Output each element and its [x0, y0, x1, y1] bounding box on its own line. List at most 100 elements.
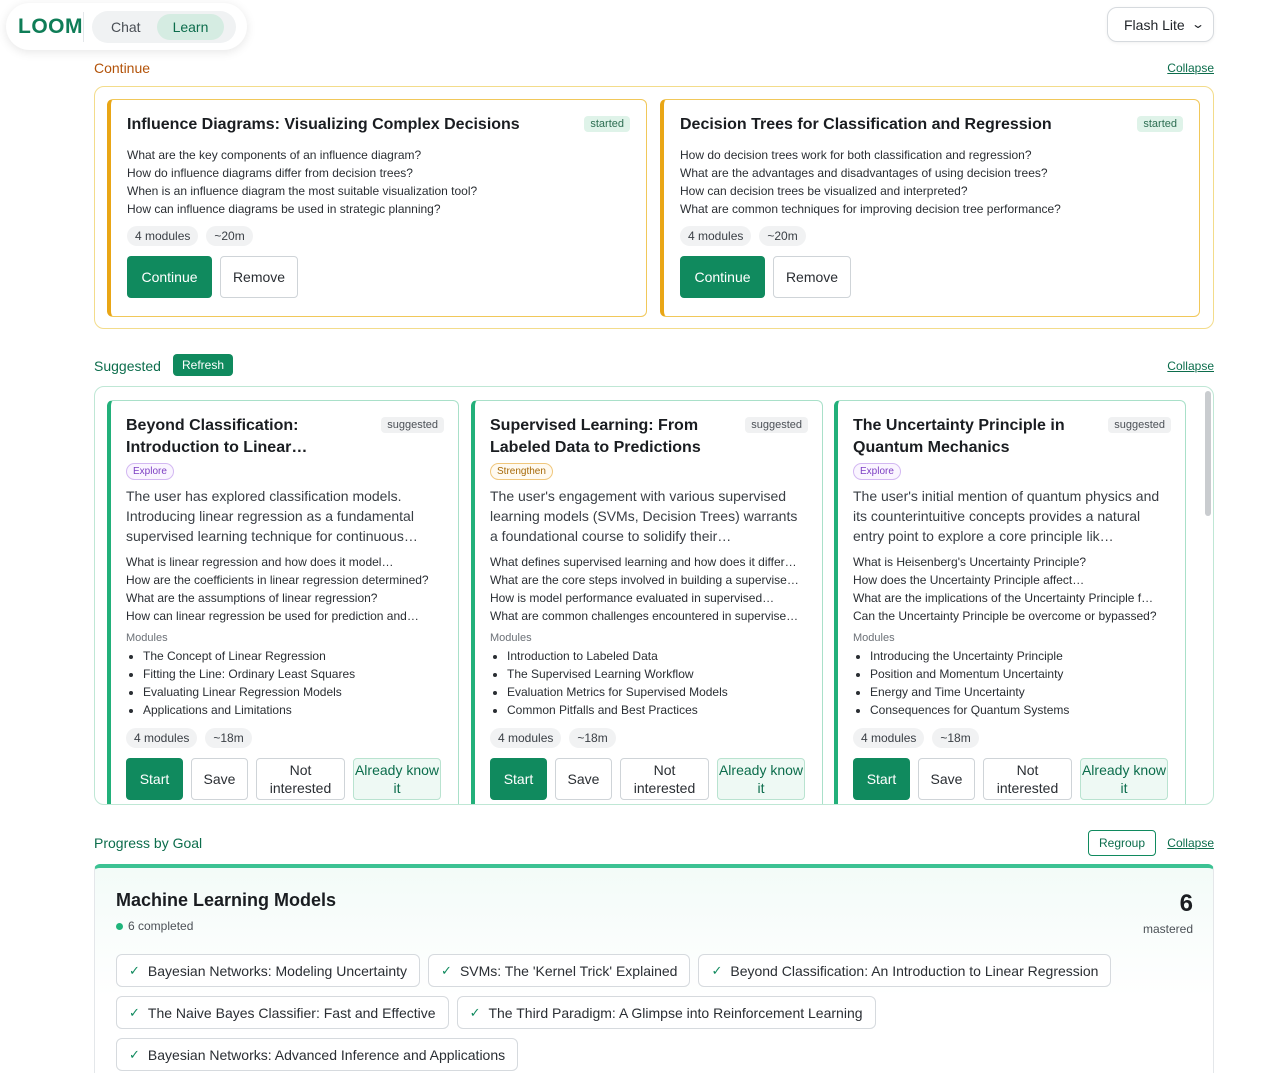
- progress-collapse-link[interactable]: Collapse: [1167, 836, 1214, 850]
- not-interested-button[interactable]: Not interested: [256, 758, 345, 800]
- question-item: Can the Uncertainty Principle be overcom…: [853, 609, 1157, 623]
- start-button[interactable]: Start: [853, 758, 910, 800]
- modules-label: Modules: [490, 632, 532, 644]
- tab-learn[interactable]: Learn: [156, 13, 225, 40]
- already-know-button[interactable]: Already know it: [353, 758, 441, 800]
- completed-topics: ✓ Bayesian Networks: Modeling Uncertainty…: [116, 954, 1206, 1071]
- card-description: The user's initial mention of quantum ph…: [853, 488, 1160, 544]
- completed-topic-chip[interactable]: ✓ Beyond Classification: An Introduction …: [698, 954, 1112, 987]
- status-badge: suggested: [381, 417, 444, 433]
- card-title: Supervised Learning: From Labeled Data t…: [490, 417, 701, 456]
- module-item: The Concept of Linear Regression: [143, 647, 443, 665]
- already-know-button[interactable]: Already know it: [1080, 758, 1168, 800]
- continue-heading: Continue: [94, 60, 151, 76]
- completed-count: 6 completed: [128, 919, 194, 933]
- card-title: The Uncertainty Principle in Quantum Mec…: [853, 417, 1065, 456]
- modules-label: Modules: [126, 632, 168, 644]
- completed-topic-chip[interactable]: ✓ Bayesian Networks: Modeling Uncertainty: [116, 954, 421, 987]
- duration-chip: ~18m: [205, 728, 252, 748]
- question-list: What defines supervised learning and how…: [490, 553, 807, 625]
- question-item: What defines supervised learning and how…: [490, 555, 797, 569]
- question-item: What is Heisenberg's Uncertainty Princip…: [853, 555, 1087, 569]
- modules-label: Modules: [853, 632, 895, 644]
- question-item: What are common challenges encountered i…: [490, 609, 799, 623]
- not-interested-button[interactable]: Not interested: [620, 758, 709, 800]
- tab-chat[interactable]: Chat: [95, 14, 157, 40]
- topic-label: Beyond Classification: An Introduction t…: [730, 962, 1099, 979]
- card-title: Decision Trees for Classification and Re…: [680, 116, 1052, 133]
- continue-card: Influence Diagrams: Visualizing Complex …: [107, 99, 647, 317]
- chevron-down-icon: ⌄: [1190, 17, 1206, 31]
- check-icon: ✓: [129, 1004, 140, 1020]
- save-button[interactable]: Save: [555, 758, 612, 800]
- check-icon: ✓: [711, 962, 723, 978]
- question-list: How do decision trees work for both clas…: [680, 146, 1183, 218]
- module-item: Introduction to Labeled Data: [507, 647, 807, 665]
- suggested-card: Supervised Learning: From Labeled Data t…: [471, 400, 823, 804]
- modules-count-chip: 4 modules: [680, 226, 752, 246]
- suggested-collapse-link[interactable]: Collapse: [1167, 359, 1214, 373]
- question-item: What are the key components of an influe…: [127, 148, 422, 162]
- completed-status: 6 completed: [116, 919, 1192, 933]
- goal-title: Machine Learning Models: [116, 890, 337, 910]
- status-badge: suggested: [1108, 417, 1171, 433]
- module-list: The Concept of Linear Regression Fitting…: [126, 647, 443, 719]
- save-button[interactable]: Save: [918, 758, 975, 800]
- start-button[interactable]: Start: [490, 758, 547, 800]
- not-interested-button[interactable]: Not interested: [983, 758, 1072, 800]
- check-icon: ✓: [129, 1046, 140, 1062]
- module-item: Introducing the Uncertainty Principle: [870, 647, 1170, 665]
- mastered-count: 6: [1179, 890, 1193, 917]
- question-item: How are the coefficients in linear regre…: [126, 573, 429, 587]
- status-badge: started: [584, 116, 630, 132]
- question-item: What are the advantages and disadvantage…: [680, 166, 1048, 180]
- app-logo: LOOM: [6, 11, 84, 42]
- question-list: What is Heisenberg's Uncertainty Princip…: [853, 553, 1170, 625]
- question-item: What are the core steps involved in buil…: [490, 573, 799, 587]
- mode-switch: Chat Learn: [92, 10, 236, 43]
- status-badge: suggested: [745, 417, 808, 433]
- start-button[interactable]: Start: [126, 758, 183, 800]
- question-item: How is model performance evaluated in su…: [490, 591, 775, 605]
- status-badge: started: [1137, 116, 1183, 132]
- question-item: What are the implications of the Uncerta…: [853, 591, 1154, 605]
- scrollbar[interactable]: [1205, 391, 1211, 516]
- completed-topic-chip[interactable]: ✓ The Naive Bayes Classifier: Fast and Ef…: [116, 996, 449, 1029]
- mastered-counter: 6 mastered: [1143, 890, 1193, 936]
- check-icon: ✓: [469, 1004, 481, 1020]
- save-button[interactable]: Save: [191, 758, 248, 800]
- remove-button[interactable]: Remove: [773, 256, 851, 298]
- question-item: What is linear regression and how does i…: [126, 555, 394, 569]
- regroup-button[interactable]: Regroup: [1088, 830, 1157, 856]
- continue-card: Decision Trees for Classification and Re…: [660, 99, 1200, 317]
- completed-topic-chip[interactable]: ✓ Bayesian Networks: Advanced Inference a…: [116, 1038, 519, 1071]
- module-item: Evaluating Linear Regression Models: [143, 683, 443, 701]
- question-item: What are the assumptions of linear regre…: [126, 591, 378, 605]
- card-description: The user's engagement with various super…: [490, 488, 798, 544]
- completed-topic-chip[interactable]: ✓ SVMs: The 'Kernel Trick' Explained: [428, 954, 691, 987]
- question-item: How do influence diagrams differ from de…: [127, 166, 413, 180]
- purpose-badge: Explore: [853, 463, 901, 480]
- refresh-button[interactable]: Refresh: [173, 354, 234, 376]
- suggested-panel: Beyond Classification: Introduction to L…: [94, 386, 1214, 805]
- modules-count-chip: 4 modules: [853, 728, 925, 748]
- completed-topic-chip[interactable]: ✓ The Third Paradigm: A Glimpse into Rein…: [456, 996, 876, 1029]
- module-item: Fitting the Line: Ordinary Least Squares: [143, 665, 443, 683]
- module-item: Applications and Limitations: [143, 701, 443, 719]
- model-select[interactable]: Flash Lite ⌄: [1107, 7, 1214, 42]
- module-item: The Supervised Learning Workflow: [507, 665, 807, 683]
- question-item: How can influence diagrams be used in st…: [127, 202, 441, 216]
- topic-label: Bayesian Networks: Modeling Uncertainty: [147, 962, 408, 979]
- module-item: Energy and Time Uncertainty: [870, 683, 1170, 701]
- continue-button[interactable]: Continue: [127, 256, 212, 298]
- question-item: How can decision trees be visualized and…: [680, 184, 968, 198]
- continue-collapse-link[interactable]: Collapse: [1167, 61, 1214, 75]
- suggested-card: The Uncertainty Principle in Quantum Mec…: [834, 400, 1186, 804]
- modules-count-chip: 4 modules: [126, 728, 198, 748]
- remove-button[interactable]: Remove: [220, 256, 298, 298]
- already-know-button[interactable]: Already know it: [717, 758, 805, 800]
- suggested-card: Beyond Classification: Introduction to L…: [107, 400, 459, 804]
- topic-label: The Third Paradigm: A Glimpse into Reinf…: [488, 1004, 863, 1021]
- progress-heading: Progress by Goal: [94, 835, 203, 851]
- continue-button[interactable]: Continue: [680, 256, 765, 298]
